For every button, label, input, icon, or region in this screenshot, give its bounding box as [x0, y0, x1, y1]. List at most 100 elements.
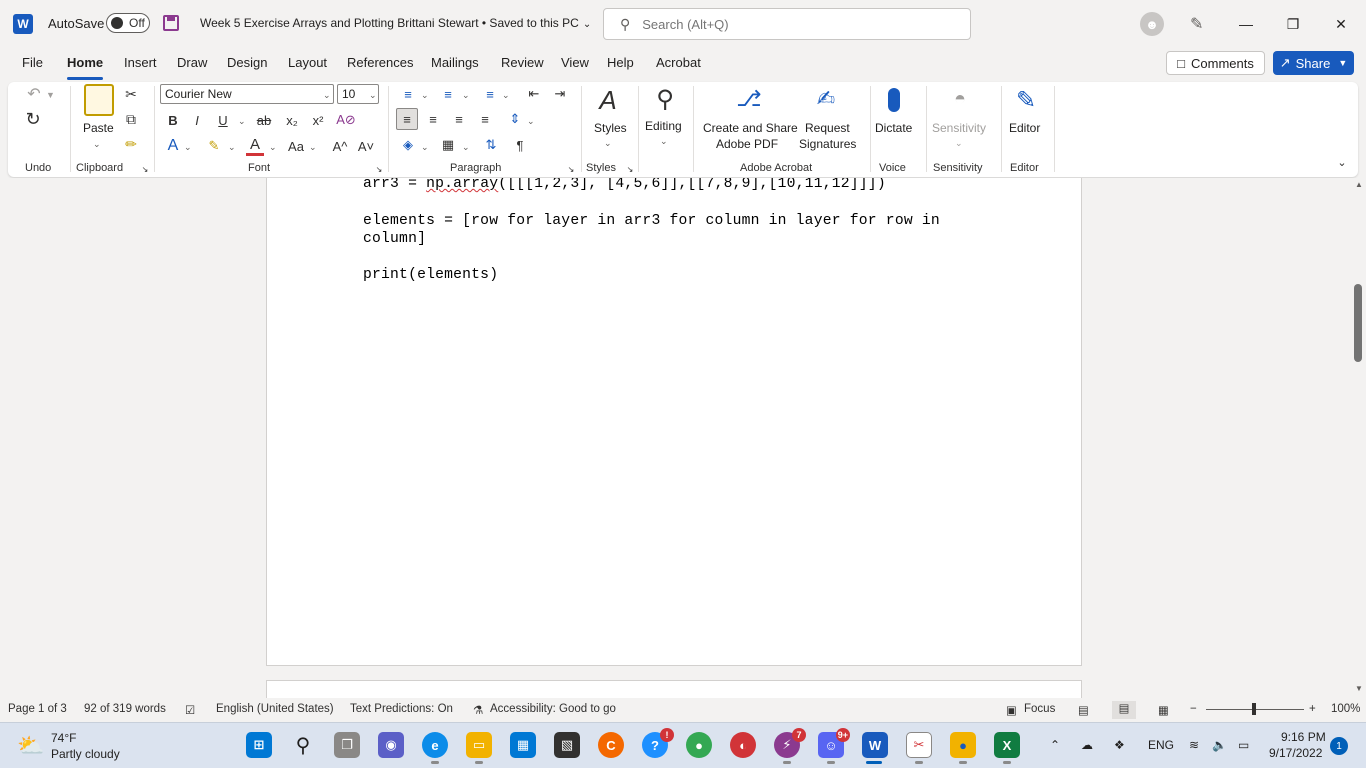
- increase-indent-icon[interactable]: ⇥: [550, 84, 570, 104]
- minimize-icon[interactable]: —: [1223, 10, 1269, 38]
- italic-button[interactable]: I: [188, 110, 206, 130]
- align-left-icon[interactable]: ≡: [396, 108, 418, 130]
- accessibility-status[interactable]: Accessibility: Good to go: [490, 703, 616, 715]
- python-icon[interactable]: ●: [950, 732, 976, 758]
- scroll-up-icon[interactable]: ▲: [1352, 180, 1366, 189]
- chat-icon[interactable]: ◉: [378, 732, 404, 758]
- tab-mailings[interactable]: Mailings: [431, 55, 479, 70]
- chevron-up-icon[interactable]: ⌃: [1050, 738, 1060, 752]
- proofing-icon[interactable]: ☑: [185, 703, 195, 717]
- messenger-icon[interactable]: ⚡ 7: [774, 728, 806, 758]
- chevron-down-icon[interactable]: ⌄: [462, 142, 470, 153]
- crunchyroll-icon[interactable]: C: [598, 732, 624, 758]
- paste-label[interactable]: Paste: [83, 120, 114, 136]
- line-spacing-icon[interactable]: ⇕: [504, 108, 526, 130]
- pen-icon[interactable]: ✎: [1190, 14, 1203, 34]
- language-status[interactable]: English (United States): [216, 703, 334, 715]
- document-page-next[interactable]: [266, 680, 1082, 698]
- comments-button[interactable]: □ Comments: [1166, 51, 1265, 75]
- chevron-down-icon[interactable]: ⌄: [369, 90, 377, 101]
- wifi-icon[interactable]: ≋: [1189, 738, 1199, 752]
- decrease-indent-icon[interactable]: ⇤: [524, 84, 544, 104]
- document-canvas[interactable]: arr3 = np.array([[[1,2,3], [4,5,6]],[[7,…: [0, 178, 1352, 698]
- chevron-down-icon[interactable]: ⌄: [93, 139, 101, 150]
- justify-icon[interactable]: ≡: [474, 108, 496, 130]
- snipping-tool-icon[interactable]: ✂: [906, 732, 932, 758]
- chevron-down-icon[interactable]: ⌄: [462, 90, 470, 101]
- dialog-launcher-icon[interactable]: ↘: [566, 164, 576, 174]
- bullets-icon[interactable]: ≡: [398, 84, 418, 104]
- borders-icon[interactable]: ▦: [438, 134, 458, 156]
- chevron-down-icon[interactable]: ⌄: [604, 138, 612, 149]
- signature-icon[interactable]: ✍: [812, 84, 840, 114]
- highlight-icon[interactable]: ✎: [204, 136, 224, 156]
- clock-time[interactable]: 9:16 PM: [1281, 730, 1326, 744]
- chevron-down-icon[interactable]: ⌄: [309, 142, 317, 153]
- chevron-down-icon[interactable]: ⌄: [421, 142, 429, 153]
- chevron-down-icon[interactable]: ⌄: [184, 142, 192, 153]
- discord-icon[interactable]: ☺ 9+: [818, 728, 850, 758]
- tab-design[interactable]: Design: [227, 55, 267, 70]
- account-icon[interactable]: ☻: [1140, 12, 1164, 36]
- superscript-button[interactable]: x²: [308, 110, 328, 130]
- chevron-down-icon[interactable]: ⌄: [421, 90, 429, 101]
- tab-draw[interactable]: Draw: [177, 55, 207, 70]
- tab-references[interactable]: References: [347, 55, 413, 70]
- word-count[interactable]: 92 of 319 words: [84, 703, 166, 715]
- chevron-down-icon[interactable]: ⌄: [527, 116, 535, 127]
- close-icon[interactable]: ✕: [1318, 10, 1364, 38]
- shrink-font-button[interactable]: A˅: [356, 136, 376, 156]
- change-case-button[interactable]: Aa: [286, 136, 306, 156]
- search-icon[interactable]: ⚲: [290, 732, 316, 758]
- request-signatures-label[interactable]: Request: [805, 120, 850, 136]
- page-count[interactable]: Page 1 of 3: [8, 703, 67, 715]
- dialog-launcher-icon[interactable]: ↘: [374, 164, 384, 174]
- tab-layout[interactable]: Layout: [288, 55, 327, 70]
- dictate-label[interactable]: Dictate: [875, 120, 912, 136]
- tab-review[interactable]: Review: [501, 55, 544, 70]
- tab-view[interactable]: View: [561, 55, 589, 70]
- weather-icon[interactable]: ⛅: [17, 733, 44, 759]
- battery-icon[interactable]: ▭: [1238, 738, 1249, 752]
- chevron-down-icon[interactable]: ▼: [46, 90, 55, 100]
- collapse-ribbon-icon[interactable]: ⌄: [1334, 154, 1350, 170]
- chevron-down-icon[interactable]: ⌄: [269, 142, 277, 153]
- scroll-thumb[interactable]: [1354, 284, 1362, 362]
- scroll-down-icon[interactable]: ▼: [1352, 684, 1366, 693]
- editor-label[interactable]: Editor: [1009, 120, 1040, 136]
- chrome-icon[interactable]: ●: [686, 732, 712, 758]
- share-button[interactable]: ↗ Share ▼: [1273, 51, 1354, 75]
- pokeball-icon[interactable]: ◐: [730, 732, 756, 758]
- tab-file[interactable]: File: [22, 55, 43, 70]
- underline-button[interactable]: U: [214, 110, 232, 130]
- search-box[interactable]: ⚲: [603, 8, 971, 40]
- windows-start-icon[interactable]: ⊞: [246, 732, 272, 758]
- print-layout-icon[interactable]: ▤: [1112, 701, 1136, 719]
- search-input[interactable]: [642, 16, 923, 32]
- document-title[interactable]: Week 5 Exercise Arrays and Plotting Brit…: [200, 16, 591, 30]
- web-layout-icon[interactable]: ▦: [1158, 703, 1169, 717]
- styles-icon[interactable]: A: [593, 84, 623, 116]
- format-painter-icon[interactable]: ✏: [122, 134, 140, 154]
- tab-home[interactable]: Home: [67, 55, 104, 80]
- undo-icon[interactable]: ↶: [23, 84, 45, 104]
- save-icon[interactable]: [163, 15, 179, 31]
- chevron-down-icon[interactable]: ⌄: [228, 142, 236, 153]
- cut-icon[interactable]: ✂: [122, 84, 140, 104]
- editor-icon[interactable]: ✎: [1012, 84, 1040, 116]
- vertical-scrollbar[interactable]: ▲ ▼: [1352, 178, 1366, 698]
- task-view-icon[interactable]: ❐: [334, 732, 360, 758]
- switch-icon[interactable]: ▧: [554, 732, 580, 758]
- tab-insert[interactable]: Insert: [124, 55, 157, 70]
- app-tray-icon[interactable]: ❖: [1114, 738, 1125, 752]
- chevron-down-icon[interactable]: ⌄: [502, 90, 510, 101]
- strikethrough-button[interactable]: ab: [254, 110, 274, 130]
- accessibility-icon[interactable]: ⚗: [473, 703, 483, 717]
- file-explorer-icon[interactable]: ▭: [466, 732, 492, 758]
- font-name-input[interactable]: Courier New: [160, 84, 334, 104]
- zoom-out-button[interactable]: −: [1190, 703, 1197, 715]
- microphone-icon[interactable]: [884, 84, 904, 116]
- paste-icon[interactable]: [84, 84, 114, 116]
- text-effects-icon[interactable]: A: [164, 136, 182, 156]
- cloud-icon[interactable]: ☁: [1081, 738, 1093, 752]
